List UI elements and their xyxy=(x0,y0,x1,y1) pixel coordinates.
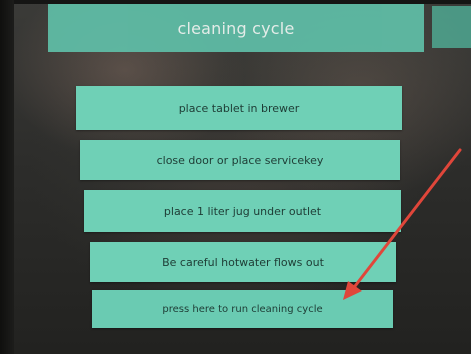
step-hotwater-warning-button[interactable]: Be careful hotwater flows out xyxy=(90,242,396,282)
touch-screen: cleaning cycle place tablet in brewer cl… xyxy=(0,0,471,354)
title-bar: cleaning cycle xyxy=(48,4,424,52)
step-label: place 1 liter jug under outlet xyxy=(163,204,322,218)
step-label: press here to run cleaning cycle xyxy=(162,303,323,315)
step-label: Be careful hotwater flows out xyxy=(162,255,324,269)
step-place-tablet-button[interactable]: place tablet in brewer xyxy=(76,86,402,130)
step-label: close door or place servicekey xyxy=(156,153,324,167)
left-bezel xyxy=(0,0,14,354)
step-close-door-button[interactable]: close door or place servicekey xyxy=(80,140,400,180)
step-place-jug-button[interactable]: place 1 liter jug under outlet xyxy=(84,190,401,232)
page-title: cleaning cycle xyxy=(177,18,295,38)
side-tab-button[interactable] xyxy=(432,6,471,48)
step-label: place tablet in brewer xyxy=(178,101,300,115)
run-cleaning-cycle-button[interactable]: press here to run cleaning cycle xyxy=(92,290,393,328)
